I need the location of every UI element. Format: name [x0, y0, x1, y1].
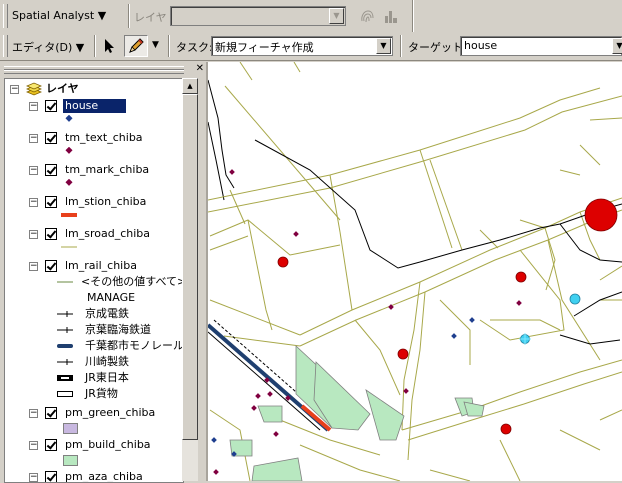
collapse-icon[interactable]: −	[29, 409, 38, 418]
collapse-icon[interactable]: −	[29, 441, 38, 450]
target-select[interactable]: house ▼	[460, 36, 622, 56]
collapse-icon[interactable]: −	[29, 262, 38, 271]
polygon-symbol[interactable]	[63, 423, 79, 435]
mark-points	[213, 169, 522, 475]
layer-tree: − レイヤ − house − tm_text_chiba − tm_mark_…	[4, 78, 184, 483]
point-symbol[interactable]	[65, 179, 73, 187]
legend-label: JR東日本	[85, 371, 129, 384]
layer-visibility-checkbox[interactable]	[45, 132, 57, 144]
layer-visibility-checkbox[interactable]	[45, 196, 57, 208]
toolbar-separator	[94, 35, 96, 57]
collapse-icon[interactable]: −	[29, 102, 38, 111]
toolbar-grip[interactable]	[3, 35, 8, 57]
layer-item-lm-rail-chiba[interactable]: lm_rail_chiba	[65, 259, 137, 273]
scroll-up-icon[interactable]: ▲	[182, 78, 198, 94]
sketch-pencil-button[interactable]	[124, 35, 148, 57]
polygon-symbol[interactable]	[63, 455, 79, 467]
map-canvas[interactable]	[208, 62, 622, 481]
chevron-down-icon: ▼	[329, 8, 344, 24]
legend-label: 京成電鉄	[85, 307, 129, 320]
line-symbol	[57, 391, 73, 397]
legend-label: 川崎製鉄	[85, 355, 129, 368]
layer-visibility-checkbox[interactable]	[45, 164, 57, 176]
collapse-icon[interactable]: −	[29, 134, 38, 143]
chevron-down-icon: ▼	[376, 38, 391, 54]
line-symbol	[57, 359, 73, 365]
line-symbol[interactable]	[61, 211, 79, 219]
layer-visibility-checkbox[interactable]	[45, 100, 57, 112]
legend-label: 千葉都市モノレール	[85, 339, 184, 352]
chevron-down-icon: ▼	[612, 38, 622, 54]
boundary-line	[208, 121, 225, 201]
legend-label: <その他の値すべて>	[81, 275, 184, 288]
point-symbol[interactable]	[65, 147, 73, 155]
table-of-contents-panel: ✕ − レイヤ − house − tm_text_chiba − tm_mar…	[0, 62, 206, 483]
layers-icon	[25, 82, 43, 96]
boundary-lines	[254, 139, 622, 345]
layer-label: レイヤ	[134, 11, 167, 24]
legend-label: MANAGE	[87, 291, 136, 304]
layer-item-pm-build-chiba[interactable]: pm_build_chiba	[65, 438, 151, 452]
layer-visibility-checkbox[interactable]	[45, 439, 57, 451]
scrollbar-thumb[interactable]	[182, 94, 198, 440]
point-symbol[interactable]	[65, 115, 73, 123]
fingerprint-icon[interactable]	[358, 7, 376, 25]
task-select[interactable]: 新規フィーチャ作成 ▼	[211, 36, 393, 56]
cyan-cross-marker	[519, 333, 531, 345]
line-symbol	[57, 311, 73, 317]
collapse-icon[interactable]: −	[10, 85, 19, 94]
layer-visibility-checkbox[interactable]	[45, 228, 57, 240]
layer-select[interactable]: ▼	[170, 6, 346, 26]
line-symbol[interactable]	[61, 243, 79, 251]
layer-item-lm-sroad-chiba[interactable]: lm_sroad_chiba	[65, 227, 150, 241]
collapse-icon[interactable]: −	[29, 198, 38, 207]
chevron-down-icon[interactable]: ▼	[152, 40, 159, 50]
spatial-analyst-toolbar: Spatial Analyst ▼ レイヤ ▼	[0, 0, 622, 33]
task-label: タスク:	[176, 41, 213, 54]
toc-scrollbar[interactable]: ▲	[182, 78, 198, 481]
toolbar-grip[interactable]	[3, 4, 8, 28]
house-points	[211, 317, 475, 457]
toolbar-separator	[412, 0, 414, 32]
legend-label: JR貨物	[85, 387, 118, 400]
editor-toolbar: エディタ(D) ▼ ▼ タスク: 新規フィーチャ作成 ▼ ターゲット: hous…	[0, 32, 622, 61]
collapse-icon[interactable]: −	[29, 230, 38, 239]
target-select-value: house	[464, 39, 498, 52]
toolbar-separator	[128, 4, 130, 28]
line-symbol	[57, 375, 73, 381]
line-symbol	[57, 327, 73, 333]
layer-item-tm-text-chiba[interactable]: tm_text_chiba	[65, 131, 143, 145]
target-label: ターゲット:	[408, 41, 467, 54]
layers-root-label: レイヤ	[46, 82, 79, 95]
map-drawing	[208, 62, 622, 481]
histogram-icon[interactable]	[382, 7, 400, 25]
toc-grip[interactable]	[4, 70, 184, 74]
layer-visibility-checkbox[interactable]	[45, 407, 57, 419]
toolbar-separator	[168, 35, 170, 57]
layer-item-tm-mark-chiba[interactable]: tm_mark_chiba	[65, 163, 149, 177]
legend-label: 京葉臨海鉄道	[85, 323, 151, 336]
close-icon[interactable]: ✕	[196, 63, 204, 74]
layer-item-lm-stion-chiba[interactable]: lm_stion_chiba	[65, 195, 146, 209]
collapse-icon[interactable]: −	[29, 166, 38, 175]
layer-item-pm-green-chiba[interactable]: pm_green_chiba	[65, 406, 155, 420]
line-symbol	[57, 344, 73, 348]
toc-header: ✕	[0, 62, 206, 76]
building-polygons	[229, 345, 485, 481]
layer-item-pm-aza-chiba[interactable]: pm_aza_chiba	[65, 470, 143, 482]
line-symbol	[57, 281, 73, 283]
pencil-icon	[129, 38, 144, 53]
toolbar-separator	[400, 35, 402, 57]
spatial-analyst-menu[interactable]: Spatial Analyst ▼	[12, 9, 106, 22]
edit-tool-arrow-icon[interactable]	[100, 37, 118, 55]
layer-visibility-checkbox[interactable]	[45, 471, 57, 482]
editor-menu[interactable]: エディタ(D) ▼	[12, 39, 84, 55]
task-select-value: 新規フィーチャ作成	[215, 41, 314, 54]
layer-visibility-checkbox[interactable]	[45, 260, 57, 272]
layer-item-house[interactable]: house	[63, 99, 127, 113]
